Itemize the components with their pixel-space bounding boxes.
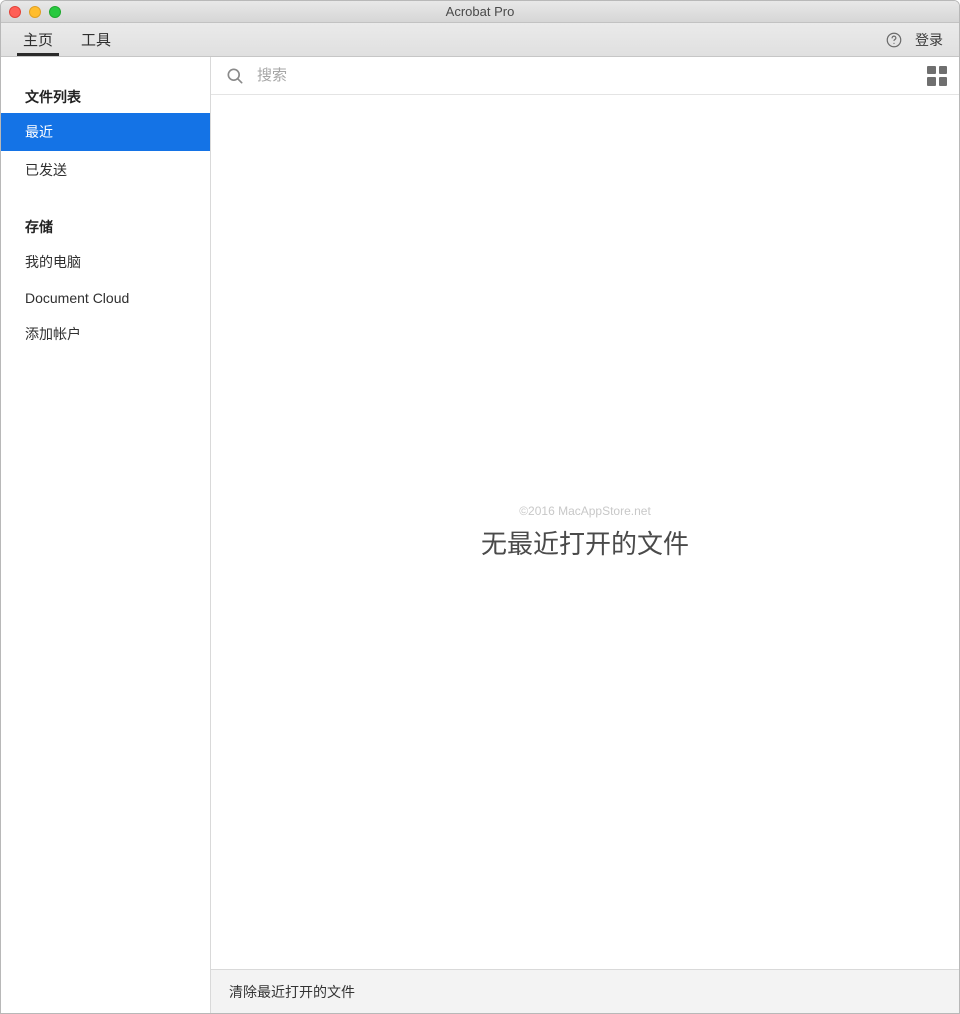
grid-view-toggle[interactable] xyxy=(927,66,947,86)
titlebar: Acrobat Pro xyxy=(1,1,959,23)
window-minimize-button[interactable] xyxy=(29,6,41,18)
login-button[interactable]: 登录 xyxy=(911,23,949,56)
searchbar xyxy=(211,57,959,95)
sidebar-item-sent[interactable]: 已发送 xyxy=(1,151,210,189)
sidebar: 文件列表 最近 已发送 存储 我的电脑 Document Cloud 添加帐户 xyxy=(1,57,211,1013)
clear-recent-link[interactable]: 清除最近打开的文件 xyxy=(229,982,355,1002)
sidebar-item-label: 我的电脑 xyxy=(25,254,81,270)
sidebar-item-my-computer[interactable]: 我的电脑 xyxy=(1,243,210,281)
sidebar-item-label: Document Cloud xyxy=(25,290,129,306)
search-input[interactable] xyxy=(257,67,915,84)
tab-tools-label: 工具 xyxy=(81,29,111,50)
search-icon xyxy=(225,66,245,86)
tab-tools[interactable]: 工具 xyxy=(67,23,125,56)
sidebar-item-label: 已发送 xyxy=(25,162,67,178)
login-label: 登录 xyxy=(915,30,943,50)
empty-message: 无最近打开的文件 xyxy=(481,524,689,561)
traffic-lights xyxy=(1,6,61,18)
window-maximize-button[interactable] xyxy=(49,6,61,18)
grid-icon xyxy=(939,77,948,86)
grid-icon xyxy=(927,66,936,75)
bottombar: 清除最近打开的文件 xyxy=(211,969,959,1013)
sidebar-header-storage: 存储 xyxy=(1,207,210,243)
empty-state: ©2016 MacAppStore.net 无最近打开的文件 xyxy=(211,95,959,969)
sidebar-section-storage: 存储 我的电脑 Document Cloud 添加帐户 xyxy=(1,207,210,353)
sidebar-item-label: 最近 xyxy=(25,124,53,140)
sidebar-item-document-cloud[interactable]: Document Cloud xyxy=(1,281,210,315)
sidebar-item-add-account[interactable]: 添加帐户 xyxy=(1,315,210,353)
grid-icon xyxy=(939,66,948,75)
grid-icon xyxy=(927,77,936,86)
main-panel: ©2016 MacAppStore.net 无最近打开的文件 清除最近打开的文件 xyxy=(211,57,959,1013)
tab-home-label: 主页 xyxy=(23,29,53,50)
watermark-text: ©2016 MacAppStore.net xyxy=(519,504,651,518)
help-icon xyxy=(885,31,903,49)
app-window: Acrobat Pro 主页 工具 登录 文件列表 最近 xyxy=(0,0,960,1014)
sidebar-section-file-list: 文件列表 最近 已发送 xyxy=(1,75,210,189)
sidebar-header-file-list: 文件列表 xyxy=(1,75,210,113)
window-close-button[interactable] xyxy=(9,6,21,18)
help-button[interactable] xyxy=(877,23,911,56)
tabbar: 主页 工具 登录 xyxy=(1,23,959,57)
window-title: Acrobat Pro xyxy=(1,4,959,19)
tab-home[interactable]: 主页 xyxy=(9,23,67,56)
content-area: 文件列表 最近 已发送 存储 我的电脑 Document Cloud 添加帐户 xyxy=(1,57,959,1013)
sidebar-item-label: 添加帐户 xyxy=(25,326,81,342)
sidebar-item-recent[interactable]: 最近 xyxy=(1,113,210,151)
